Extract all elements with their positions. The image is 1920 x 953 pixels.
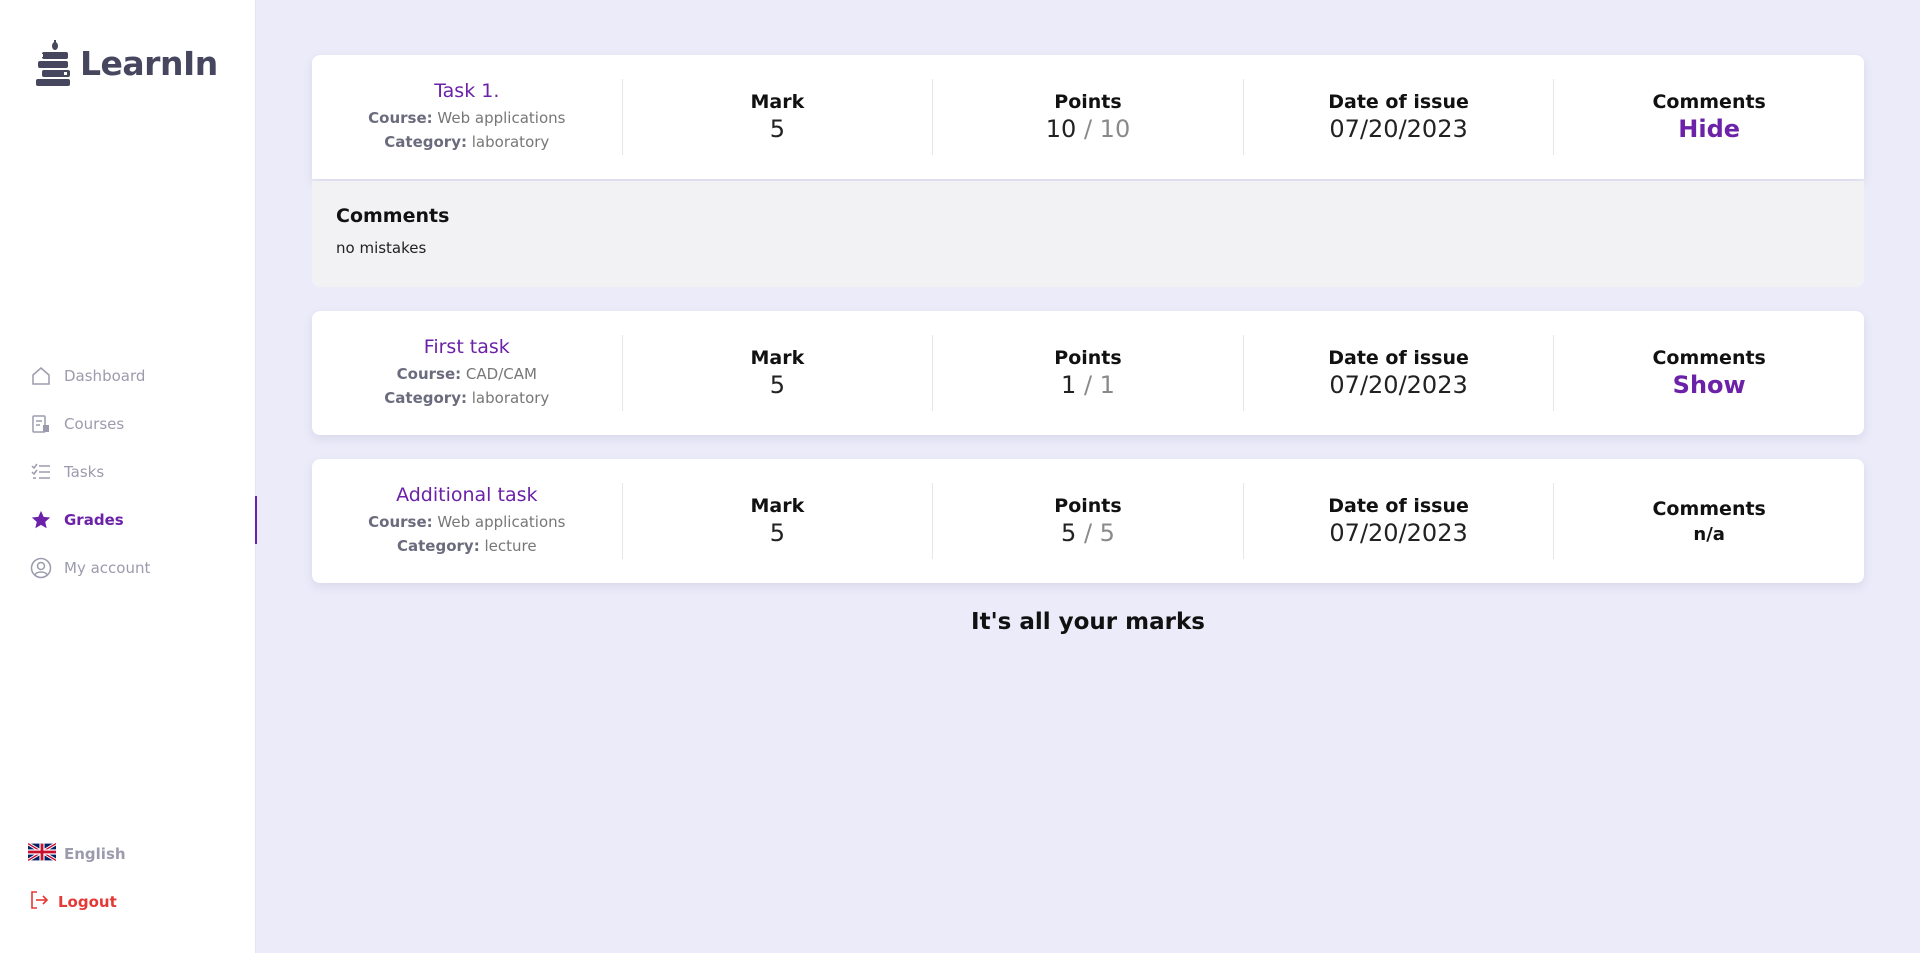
- task-category: Category: laboratory: [384, 389, 550, 407]
- language-label: English: [64, 845, 126, 863]
- sidebar-item-dashboard[interactable]: Dashboard: [0, 352, 256, 400]
- task-course: Course: CAD/CAM: [396, 365, 537, 383]
- task-info: First task Course: CAD/CAM Category: lab…: [312, 335, 623, 411]
- sidebar-item-tasks[interactable]: Tasks: [0, 448, 256, 496]
- mark-column: Mark 5: [623, 79, 934, 155]
- sidebar-item-label: My account: [64, 559, 151, 577]
- grade-card: Additional task Course: Web applications…: [312, 459, 1864, 583]
- task-info: Additional task Course: Web applications…: [312, 483, 623, 559]
- task-title[interactable]: Task 1.: [434, 80, 499, 102]
- sidebar-nav: Dashboard Courses Tasks Grades My accoun…: [0, 352, 257, 592]
- courses-icon: [30, 413, 52, 435]
- grades-main: Task 1. Course: Web applications Categor…: [312, 55, 1864, 635]
- date-value: 07/20/2023: [1329, 115, 1468, 143]
- sidebar-item-grades[interactable]: Grades: [0, 496, 257, 544]
- sidebar-bottom: English Logout: [0, 830, 256, 926]
- points-value: 10 / 10: [1045, 115, 1131, 143]
- sidebar: LearnIn Dashboard Courses Tasks Grades M…: [0, 0, 257, 953]
- task-category: Category: laboratory: [384, 133, 550, 151]
- uk-flag-icon: [27, 842, 57, 865]
- comments-column: Comments n/a: [1652, 497, 1766, 545]
- star-icon: [30, 509, 52, 531]
- task-course: Course: Web applications: [368, 513, 566, 531]
- points-column: Points 1 / 1: [933, 335, 1244, 411]
- task-info: Task 1. Course: Web applications Categor…: [312, 79, 623, 155]
- date-column: Date of issue 07/20/2023: [1244, 483, 1555, 559]
- sidebar-item-courses[interactable]: Courses: [0, 400, 256, 448]
- app-name: LearnIn: [80, 43, 218, 83]
- comments-text: no mistakes: [336, 239, 427, 257]
- task-category: Category: lecture: [397, 537, 537, 555]
- points-value: 5 / 5: [1061, 519, 1115, 547]
- date-column: Date of issue 07/20/2023: [1244, 79, 1555, 155]
- home-icon: [30, 365, 52, 387]
- sidebar-item-my-account[interactable]: My account: [0, 544, 256, 592]
- comments-column: Comments Hide: [1652, 91, 1766, 143]
- comments-column: Comments Show: [1652, 347, 1766, 399]
- mark-value: 5: [769, 519, 786, 547]
- sidebar-item-label: Tasks: [64, 463, 105, 481]
- comments-heading: Comments: [336, 205, 450, 227]
- mark-column: Mark 5: [623, 335, 934, 411]
- task-title[interactable]: Additional task: [396, 484, 537, 506]
- sidebar-item-label: Courses: [64, 415, 125, 433]
- comments-na: n/a: [1693, 523, 1725, 545]
- mark-column: Mark 5: [623, 483, 934, 559]
- language-selector[interactable]: English: [0, 830, 256, 878]
- logout-button[interactable]: Logout: [0, 878, 256, 926]
- mark-value: 5: [769, 115, 786, 143]
- books-icon: [36, 40, 70, 86]
- date-value: 07/20/2023: [1329, 371, 1468, 399]
- task-course: Course: Web applications: [368, 109, 566, 127]
- mark-value: 5: [769, 371, 786, 399]
- hide-comments-button[interactable]: Hide: [1678, 115, 1740, 143]
- points-column: Points 10 / 10: [933, 79, 1244, 155]
- points-value: 1 / 1: [1061, 371, 1115, 399]
- show-comments-button[interactable]: Show: [1673, 371, 1746, 399]
- task-title[interactable]: First task: [424, 336, 510, 358]
- tasks-icon: [30, 461, 52, 483]
- logo[interactable]: LearnIn: [36, 40, 218, 86]
- logout-icon: [28, 889, 50, 915]
- grade-card: Task 1. Course: Web applications Categor…: [312, 55, 1864, 179]
- points-column: Points 5 / 5: [933, 483, 1244, 559]
- date-column: Date of issue 07/20/2023: [1244, 335, 1555, 411]
- sidebar-item-label: Grades: [64, 511, 124, 529]
- sidebar-item-label: Dashboard: [64, 367, 146, 385]
- user-icon: [30, 557, 52, 579]
- grade-card: First task Course: CAD/CAM Category: lab…: [312, 311, 1864, 435]
- end-of-list-message: It's all your marks: [971, 609, 1205, 635]
- comments-panel: Comments no mistakes: [312, 181, 1864, 287]
- logout-label: Logout: [58, 893, 117, 911]
- date-value: 07/20/2023: [1329, 519, 1468, 547]
